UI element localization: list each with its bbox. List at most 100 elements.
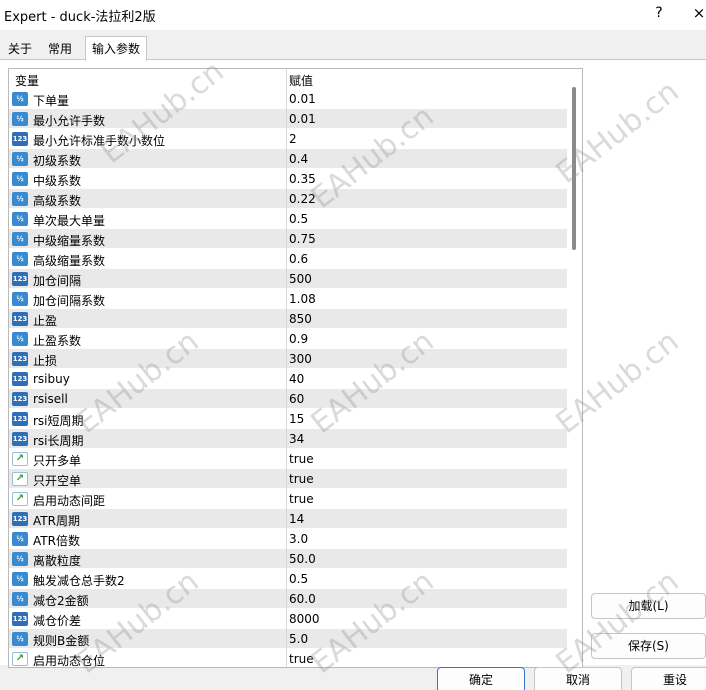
parameter-row[interactable]: 123 止盈 850	[9, 309, 567, 329]
parameter-row[interactable]: ½ 中级缩量系数 0.75	[9, 229, 567, 249]
grid-rows: ½ 下单量 0.01 ½ 最小允许手数 0.01 123 最小允许标准手数小数位 2 ½ 初级系数 0…	[9, 89, 567, 668]
parameter-value[interactable]: 0.5	[289, 572, 308, 586]
double-type-icon: ½	[12, 532, 28, 546]
parameter-row[interactable]: 123 止损 300	[9, 349, 567, 369]
parameter-value[interactable]: 8000	[289, 612, 320, 626]
integer-type-icon: 123	[12, 272, 28, 286]
tab-common[interactable]: 常用	[42, 39, 78, 60]
parameter-row[interactable]: 123 减仓价差 8000	[9, 609, 567, 629]
parameter-row[interactable]: ½ 加仓间隔系数 1.08	[9, 289, 567, 309]
parameter-row[interactable]: ½ 触发减仓总手数2 0.5	[9, 569, 567, 589]
column-header-value[interactable]: 赋值	[289, 72, 313, 89]
parameter-row[interactable]: ½ 高级缩量系数 0.6	[9, 249, 567, 269]
parameter-row[interactable]: ½ ATR倍数 3.0	[9, 529, 567, 549]
parameter-value[interactable]: 34	[289, 432, 304, 446]
parameter-value[interactable]: 3.0	[289, 532, 308, 546]
close-icon[interactable]: ×	[692, 4, 706, 22]
parameter-row[interactable]: 123 加仓间隔 500	[9, 269, 567, 289]
column-divider	[286, 109, 287, 129]
parameter-value[interactable]: 60	[289, 392, 304, 406]
bool-type-icon: ↗	[12, 652, 28, 666]
parameter-row[interactable]: 123 rsibuy 40	[9, 369, 567, 389]
bool-type-icon: ↗	[12, 452, 28, 466]
save-button[interactable]: 保存(S)	[591, 633, 706, 659]
parameter-value[interactable]: 2	[289, 132, 297, 146]
parameter-row[interactable]: ↗ 启用动态间距 true	[9, 489, 567, 509]
parameter-value[interactable]: 60.0	[289, 592, 316, 606]
parameter-row[interactable]: 123 rsisell 60	[9, 389, 567, 409]
parameter-value[interactable]: 0.5	[289, 212, 308, 226]
tab-inputs[interactable]: 输入参数	[85, 36, 148, 61]
column-divider	[286, 549, 287, 569]
tab-about[interactable]: 关于	[2, 39, 38, 60]
double-type-icon: ½	[12, 112, 28, 126]
parameter-name: rsisell	[33, 392, 68, 406]
parameter-value[interactable]: true	[289, 472, 314, 486]
parameter-value[interactable]: 50.0	[289, 552, 316, 566]
double-type-icon: ½	[12, 292, 28, 306]
column-divider	[286, 349, 287, 369]
help-icon[interactable]: ?	[652, 5, 666, 21]
parameter-value[interactable]: true	[289, 652, 314, 666]
parameter-row[interactable]: 123 最小允许标准手数小数位 2	[9, 129, 567, 149]
parameter-row[interactable]: ↗ 只开空单 true	[9, 469, 567, 489]
parameter-name: 中级系数	[33, 174, 82, 188]
vertical-scrollbar[interactable]	[567, 69, 582, 667]
ok-button[interactable]: 确定	[437, 667, 525, 690]
parameter-name: ATR周期	[33, 514, 80, 528]
column-header-variable[interactable]: 变量	[15, 72, 39, 89]
parameter-row[interactable]: 123 rsi长周期 34	[9, 429, 567, 449]
parameter-name: 单次最大单量	[33, 214, 106, 228]
parameter-row[interactable]: ½ 高级系数 0.22	[9, 189, 567, 209]
double-type-icon: ½	[12, 552, 28, 566]
parameter-value[interactable]: 0.4	[289, 152, 308, 166]
parameter-row[interactable]: ↗ 只开多单 true	[9, 449, 567, 469]
scrollbar-thumb[interactable]	[572, 87, 576, 250]
parameter-value[interactable]: 500	[289, 272, 312, 286]
parameter-row[interactable]: ½ 离散粒度 50.0	[9, 549, 567, 569]
column-divider	[286, 429, 287, 449]
parameter-value[interactable]: 0.01	[289, 92, 316, 106]
reset-button[interactable]: 重设	[631, 667, 706, 690]
column-divider	[286, 309, 287, 329]
parameter-value[interactable]: true	[289, 492, 314, 506]
parameter-value[interactable]: 5.0	[289, 632, 308, 646]
parameter-value[interactable]: 15	[289, 412, 304, 426]
parameter-row[interactable]: ½ 减仓2金额 60.0	[9, 589, 567, 609]
parameter-row[interactable]: ½ 初级系数 0.4	[9, 149, 567, 169]
parameter-row[interactable]: ½ 最小允许手数 0.01	[9, 109, 567, 129]
parameter-value[interactable]: 0.01	[289, 112, 316, 126]
parameter-row[interactable]: ½ 中级系数 0.35	[9, 169, 567, 189]
load-button[interactable]: 加载(L)	[591, 593, 706, 619]
parameter-value[interactable]: 14	[289, 512, 304, 526]
parameter-row[interactable]: ½ 单次最大单量 0.5	[9, 209, 567, 229]
parameter-name: 减仓2金额	[33, 594, 89, 608]
parameter-value[interactable]: 0.75	[289, 232, 316, 246]
double-type-icon: ½	[12, 592, 28, 606]
parameter-row[interactable]: ½ 止盈系数 0.9	[9, 329, 567, 349]
parameter-name: 启用动态仓位	[33, 654, 106, 668]
parameter-value[interactable]: 0.35	[289, 172, 316, 186]
parameter-name: 下单量	[33, 94, 70, 108]
parameter-row[interactable]: ½ 规则B金额 5.0	[9, 629, 567, 649]
double-type-icon: ½	[12, 172, 28, 186]
parameter-row[interactable]: 123 ATR周期 14	[9, 509, 567, 529]
parameter-name: 触发减仓总手数2	[33, 574, 125, 588]
parameter-row[interactable]: ↗ 启用动态仓位 true	[9, 649, 567, 668]
parameter-value[interactable]: 300	[289, 352, 312, 366]
parameter-value[interactable]: 0.6	[289, 252, 308, 266]
parameter-value[interactable]: 0.22	[289, 192, 316, 206]
parameter-value[interactable]: 850	[289, 312, 312, 326]
parameter-row[interactable]: ½ 下单量 0.01	[9, 89, 567, 109]
integer-type-icon: 123	[12, 312, 28, 326]
parameter-name: 高级系数	[33, 194, 82, 208]
double-type-icon: ½	[12, 152, 28, 166]
parameter-value[interactable]: 1.08	[289, 292, 316, 306]
parameter-value[interactable]: 40	[289, 372, 304, 386]
parameter-value[interactable]: 0.9	[289, 332, 308, 346]
parameter-row[interactable]: 123 rsi短周期 15	[9, 409, 567, 429]
double-type-icon: ½	[12, 572, 28, 586]
parameter-name: 止盈	[33, 314, 58, 328]
cancel-button[interactable]: 取消	[534, 667, 622, 690]
parameter-value[interactable]: true	[289, 452, 314, 466]
